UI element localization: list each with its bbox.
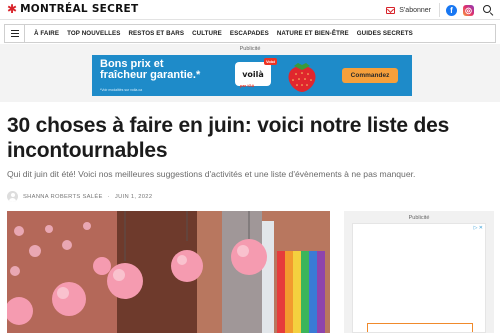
header-actions: S'abonner f ◎: [386, 3, 494, 17]
adchoices-icon[interactable]: ▷ ✕: [474, 225, 483, 231]
star-logo-icon: ✱: [7, 2, 18, 16]
mail-icon: [386, 6, 396, 14]
iga-logo: par IGA: [240, 83, 255, 88]
hamburger-menu-icon[interactable]: [5, 25, 25, 42]
logo-text: MONTRÉAL SECRET: [20, 3, 139, 15]
search-icon[interactable]: [482, 4, 494, 16]
nav-item-a-faire[interactable]: À FAIRE: [30, 30, 63, 37]
article-subtitle: Qui dit juin dit été! Voici nos meilleur…: [7, 169, 416, 179]
nav-item-nature-bien-etre[interactable]: NATURE ET BIEN-ÊTRE: [273, 30, 353, 37]
ad-headline-line2: fraîcheur garantie.*: [100, 69, 201, 81]
article-title: 30 choses à faire en juin: voici notre l…: [7, 114, 450, 162]
nav-item-culture[interactable]: CULTURE: [188, 30, 226, 37]
sidebar-ad-label: Publicité: [408, 215, 430, 221]
facebook-icon[interactable]: f: [446, 4, 457, 16]
author-avatar[interactable]: [7, 191, 18, 202]
nav-item-top-nouvelles[interactable]: TOP NOUVELLES: [63, 30, 124, 37]
ad-headline: Bons prix et fraîcheur garantie.*: [100, 59, 200, 81]
hero-image-graphic: [7, 211, 330, 333]
subscribe-label: S'abonner: [399, 6, 431, 14]
main-nav: À FAIRE TOP NOUVELLES RESTOS ET BARS CUL…: [4, 24, 496, 43]
author-name[interactable]: SHANNA ROBERTS SALÉE: [23, 194, 103, 200]
publish-date: JUIN 1, 2022: [114, 193, 153, 200]
nav-item-escapades[interactable]: ESCAPADES: [226, 30, 273, 37]
ad-label: Publicité: [239, 46, 261, 52]
top-bar: ✱ MONTRÉAL SECRET S'abonner f ◎: [0, 0, 500, 20]
subscribe-button[interactable]: S'abonner: [386, 3, 440, 17]
ad-fineprint: *Voir modalités sur voila.ca: [100, 88, 143, 92]
nav-item-restos-et-bars[interactable]: RESTOS ET BARS: [124, 30, 188, 37]
byline-separator: ·: [107, 193, 110, 200]
instagram-icon[interactable]: ◎: [463, 4, 474, 16]
sidebar-ad-area: Publicité ▷ ✕: [344, 211, 494, 333]
nav-items: À FAIRE TOP NOUVELLES RESTOS ET BARS CUL…: [25, 30, 417, 37]
strawberry-image: [288, 63, 316, 92]
ad-banner[interactable]: Bons prix et fraîcheur garantie.* *Voir …: [92, 55, 412, 96]
top-ad-area: Publicité Bons prix et fraîcheur garanti…: [0, 44, 500, 102]
sidebar-ad-slot[interactable]: ▷ ✕: [352, 223, 486, 333]
byline: SHANNA ROBERTS SALÉE · JUIN 1, 2022: [7, 191, 152, 202]
site-logo[interactable]: ✱ MONTRÉAL SECRET: [7, 3, 138, 15]
ad-brand-tag: Voici: [264, 58, 278, 65]
hero-image: [7, 211, 330, 333]
nav-item-guides-secrets[interactable]: GUIDES SECRETS: [353, 30, 417, 37]
ad-cta-button[interactable]: Commandez: [342, 68, 398, 83]
sidebar-ad-frame: [367, 323, 473, 332]
